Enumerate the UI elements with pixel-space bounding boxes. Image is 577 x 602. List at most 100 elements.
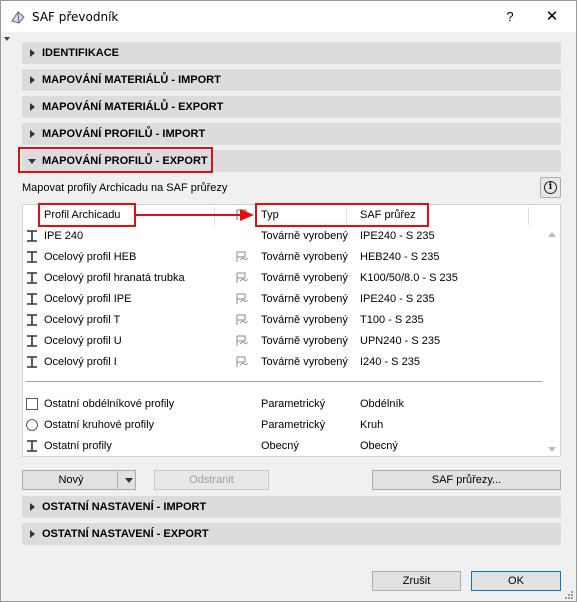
profile-type: Továrně vyrobený bbox=[261, 293, 348, 305]
scroll-down-arrow-icon[interactable] bbox=[548, 447, 556, 452]
i-beam-icon bbox=[27, 335, 37, 347]
profile-name: Ocelový profil hranatá trubka bbox=[44, 272, 185, 284]
expand-arrow-icon bbox=[30, 76, 35, 84]
profile-name: Ocelový profil HEB bbox=[44, 251, 137, 263]
expand-arrow-icon bbox=[30, 530, 35, 538]
profile-name: Ostatní profily bbox=[44, 440, 112, 452]
window-title: SAF převodník bbox=[32, 10, 119, 24]
i-beam-icon bbox=[27, 230, 37, 242]
list-item[interactable]: Ocelový profil IPE Továrně vyrobený IPE240… bbox=[22, 289, 542, 310]
annotation-arrow bbox=[134, 209, 254, 221]
new-button-label: Nový bbox=[58, 474, 84, 486]
saf-section: T100 - S 235 bbox=[360, 314, 424, 326]
split-divider bbox=[117, 470, 118, 490]
profile-name: Ostatní kruhové profily bbox=[44, 419, 155, 431]
section-material-export[interactable]: MAPOVÁNÍ MATERIÁLŮ - EXPORT bbox=[22, 96, 561, 118]
list-item[interactable]: Ocelový profil HEB Továrně vyrobený HEB240… bbox=[22, 247, 542, 268]
ok-button[interactable]: OK bbox=[471, 571, 561, 591]
list-item[interactable]: IPE 240 Továrně vyrobený IPE240 - S 235 bbox=[22, 226, 542, 247]
profile-name: IPE 240 bbox=[44, 230, 84, 242]
remove-button[interactable]: Odstranit bbox=[154, 470, 269, 490]
list-item[interactable]: Ostatní profily Obecný Obecný bbox=[22, 436, 542, 457]
profile-name: Ostatní obdélníkové profily bbox=[44, 398, 175, 410]
flag-icon bbox=[236, 251, 249, 262]
profile-type: Továrně vyrobený bbox=[261, 272, 348, 284]
section-label: OSTATNÍ NASTAVENÍ - IMPORT bbox=[42, 501, 207, 513]
saf-section: UPN240 - S 235 bbox=[360, 335, 441, 347]
profile-type: Továrně vyrobený bbox=[261, 230, 348, 242]
title-bar: SAF převodník ? ✕ bbox=[1, 1, 576, 32]
list-item[interactable]: Ocelový profil I Továrně vyrobený I240 - S… bbox=[22, 352, 542, 373]
section-label: MAPOVÁNÍ MATERIÁLŮ - IMPORT bbox=[42, 74, 221, 86]
expand-arrow-icon bbox=[30, 103, 35, 111]
flag-icon bbox=[236, 356, 249, 367]
saf-sections-button[interactable]: SAF průřezy... bbox=[372, 470, 561, 490]
flag-icon bbox=[236, 293, 249, 304]
profile-mapping-description: Mapovat profily Archicadu na SAF průřezy bbox=[22, 182, 228, 194]
profile-type: Továrně vyrobený bbox=[261, 356, 348, 368]
expand-arrow-icon bbox=[30, 130, 35, 138]
saf-section: K100/50/8.0 - S 235 bbox=[360, 272, 458, 284]
i-beam-icon bbox=[27, 440, 37, 452]
i-beam-icon bbox=[27, 251, 37, 263]
list-separator bbox=[26, 381, 542, 382]
cancel-button[interactable]: Zrušit bbox=[372, 571, 461, 591]
collapse-marker-icon bbox=[4, 37, 10, 41]
profile-name: Ocelový profil I bbox=[44, 356, 117, 368]
annotation-highlight-archicad-column bbox=[38, 203, 136, 227]
list-item[interactable]: Ocelový profil T Továrně vyrobený T100 - S… bbox=[22, 310, 542, 331]
list-item[interactable]: Ostatní kruhové profily Parametrický Kruh bbox=[22, 415, 542, 436]
i-beam-icon bbox=[27, 356, 37, 368]
section-profile-import[interactable]: MAPOVÁNÍ PROFILŮ - IMPORT bbox=[22, 123, 561, 145]
saf-section: Kruh bbox=[360, 419, 384, 431]
help-button[interactable]: ? bbox=[499, 7, 521, 27]
new-split-button[interactable]: Nový bbox=[22, 470, 136, 490]
section-other-export[interactable]: OSTATNÍ NASTAVENÍ - EXPORT bbox=[22, 523, 561, 545]
section-other-import[interactable]: OSTATNÍ NASTAVENÍ - IMPORT bbox=[22, 496, 561, 518]
section-material-import[interactable]: MAPOVÁNÍ MATERIÁLŮ - IMPORT bbox=[22, 69, 561, 91]
rectangle-icon bbox=[26, 398, 38, 410]
section-label: MAPOVÁNÍ PROFILŮ - IMPORT bbox=[42, 128, 206, 140]
list-item[interactable]: Ocelový profil hranatá trubka Továrně vyr… bbox=[22, 268, 542, 289]
header-divider bbox=[528, 207, 529, 225]
expand-arrow-icon bbox=[30, 503, 35, 511]
archicad-app-icon bbox=[11, 11, 25, 24]
section-label: IDENTIFIKACE bbox=[42, 47, 119, 59]
saf-section: IPE240 - S 235 bbox=[360, 293, 435, 305]
scroll-up-arrow-icon[interactable] bbox=[548, 232, 556, 237]
profile-type: Továrně vyrobený bbox=[261, 251, 348, 263]
list-item[interactable]: Ostatní obdélníkové profily Parametrický O… bbox=[22, 394, 542, 415]
resize-grip-icon[interactable] bbox=[564, 590, 574, 600]
i-beam-icon bbox=[27, 293, 37, 305]
saf-section: Obdélník bbox=[360, 398, 405, 410]
flag-icon bbox=[236, 314, 249, 325]
profile-name: Ocelový profil U bbox=[44, 335, 122, 347]
profile-type: Parametrický bbox=[261, 419, 326, 431]
info-button[interactable]: i bbox=[540, 177, 561, 198]
profile-name: Ocelový profil T bbox=[44, 314, 121, 326]
profile-type: Továrně vyrobený bbox=[261, 314, 348, 326]
annotation-highlight-type-saf-columns bbox=[255, 203, 429, 227]
profile-type: Obecný bbox=[261, 440, 299, 452]
saf-section: I240 - S 235 bbox=[360, 356, 420, 368]
expand-arrow-icon bbox=[30, 49, 35, 57]
i-beam-icon bbox=[27, 272, 37, 284]
list-item[interactable]: Ocelový profil U Továrně vyrobený UPN240 -… bbox=[22, 331, 542, 352]
circle-icon bbox=[26, 419, 38, 431]
flag-icon bbox=[236, 272, 249, 283]
saf-section: IPE240 - S 235 bbox=[360, 230, 435, 242]
section-label: MAPOVÁNÍ MATERIÁLŮ - EXPORT bbox=[42, 101, 224, 113]
flag-icon bbox=[236, 335, 249, 346]
profile-type: Parametrický bbox=[261, 398, 326, 410]
saf-converter-dialog: SAF převodník ? ✕ IDENTIFIKACE MAPOVÁNÍ … bbox=[0, 0, 577, 602]
section-label: OSTATNÍ NASTAVENÍ - EXPORT bbox=[42, 528, 209, 540]
section-identifikace[interactable]: IDENTIFIKACE bbox=[22, 42, 561, 64]
saf-section: Obecný bbox=[360, 440, 398, 452]
saf-section: HEB240 - S 235 bbox=[360, 251, 440, 263]
profile-type: Továrně vyrobený bbox=[261, 335, 348, 347]
profile-name: Ocelový profil IPE bbox=[44, 293, 132, 305]
info-icon: i bbox=[544, 181, 557, 194]
close-button[interactable]: ✕ bbox=[541, 7, 563, 27]
dropdown-arrow-icon[interactable] bbox=[125, 478, 133, 483]
i-beam-icon bbox=[27, 314, 37, 326]
